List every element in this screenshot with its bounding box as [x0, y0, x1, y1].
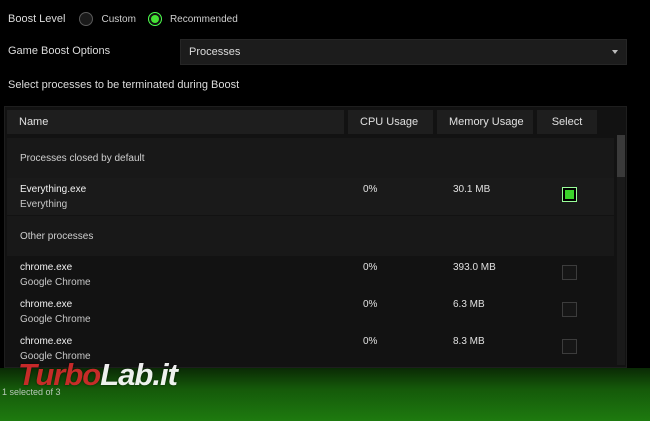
column-header-cpu[interactable]: CPU Usage: [348, 110, 433, 134]
watermark-part1: Turbo: [18, 357, 101, 392]
chevron-down-icon: [612, 50, 618, 54]
radio-custom-label: Custom: [101, 13, 136, 25]
process-name: chrome.exe: [20, 336, 73, 347]
table-row[interactable]: chrome.exe Google Chrome 0% 6.3 MB: [7, 293, 614, 330]
instruction-text: Select processes to be terminated during…: [8, 79, 240, 91]
process-cpu: 0%: [363, 336, 378, 347]
radio-recommended-indicator[interactable]: [147, 12, 162, 26]
radio-custom[interactable]: Custom: [79, 12, 136, 26]
process-table: Name CPU Usage Memory Usage Select Proce…: [4, 106, 627, 368]
process-memory: 6.3 MB: [453, 299, 485, 310]
select-checkbox[interactable]: [562, 339, 577, 354]
watermark-part2: Lab.it: [100, 357, 178, 392]
game-boost-options-dropdown[interactable]: Processes: [180, 39, 627, 65]
scrollbar-thumb[interactable]: [617, 135, 625, 177]
table-row[interactable]: chrome.exe Google Chrome 0% 393.0 MB: [7, 256, 614, 293]
process-name: chrome.exe: [20, 262, 73, 273]
column-header-memory[interactable]: Memory Usage: [437, 110, 533, 134]
section-header-other: Other processes: [7, 216, 614, 256]
select-checkbox[interactable]: [562, 265, 577, 280]
table-row[interactable]: Everything.exe Everything 0% 30.1 MB: [7, 178, 614, 215]
dropdown-value: Processes: [189, 46, 241, 58]
process-memory: 393.0 MB: [453, 262, 496, 273]
process-description: Google Chrome: [20, 314, 91, 325]
select-checkbox[interactable]: [562, 302, 577, 317]
process-cpu: 0%: [363, 262, 378, 273]
process-description: Google Chrome: [20, 277, 91, 288]
process-memory: 8.3 MB: [453, 336, 485, 347]
column-header-select[interactable]: Select: [537, 110, 597, 134]
process-cpu: 0%: [363, 299, 378, 310]
column-header-name[interactable]: Name: [7, 110, 344, 134]
table-header: Name CPU Usage Memory Usage Select: [7, 110, 601, 134]
radio-recommended-label: Recommended: [169, 13, 238, 25]
process-memory: 30.1 MB: [453, 184, 491, 195]
process-cpu: 0%: [363, 184, 378, 195]
process-description: Everything: [20, 199, 68, 210]
boost-level-row: Boost Level Custom Recommended: [8, 11, 250, 27]
boost-level-label: Boost Level: [8, 13, 66, 25]
table-scrollbar[interactable]: [617, 135, 625, 365]
section-header-default: Processes closed by default: [7, 138, 614, 178]
radio-custom-indicator[interactable]: [79, 12, 94, 26]
radio-recommended[interactable]: Recommended: [147, 12, 238, 26]
game-boost-options-label: Game Boost Options: [8, 45, 111, 57]
watermark-logo: TurboLab.it: [18, 357, 178, 393]
process-name: Everything.exe: [20, 184, 87, 195]
select-checkbox[interactable]: [562, 187, 577, 202]
process-name: chrome.exe: [20, 299, 73, 310]
